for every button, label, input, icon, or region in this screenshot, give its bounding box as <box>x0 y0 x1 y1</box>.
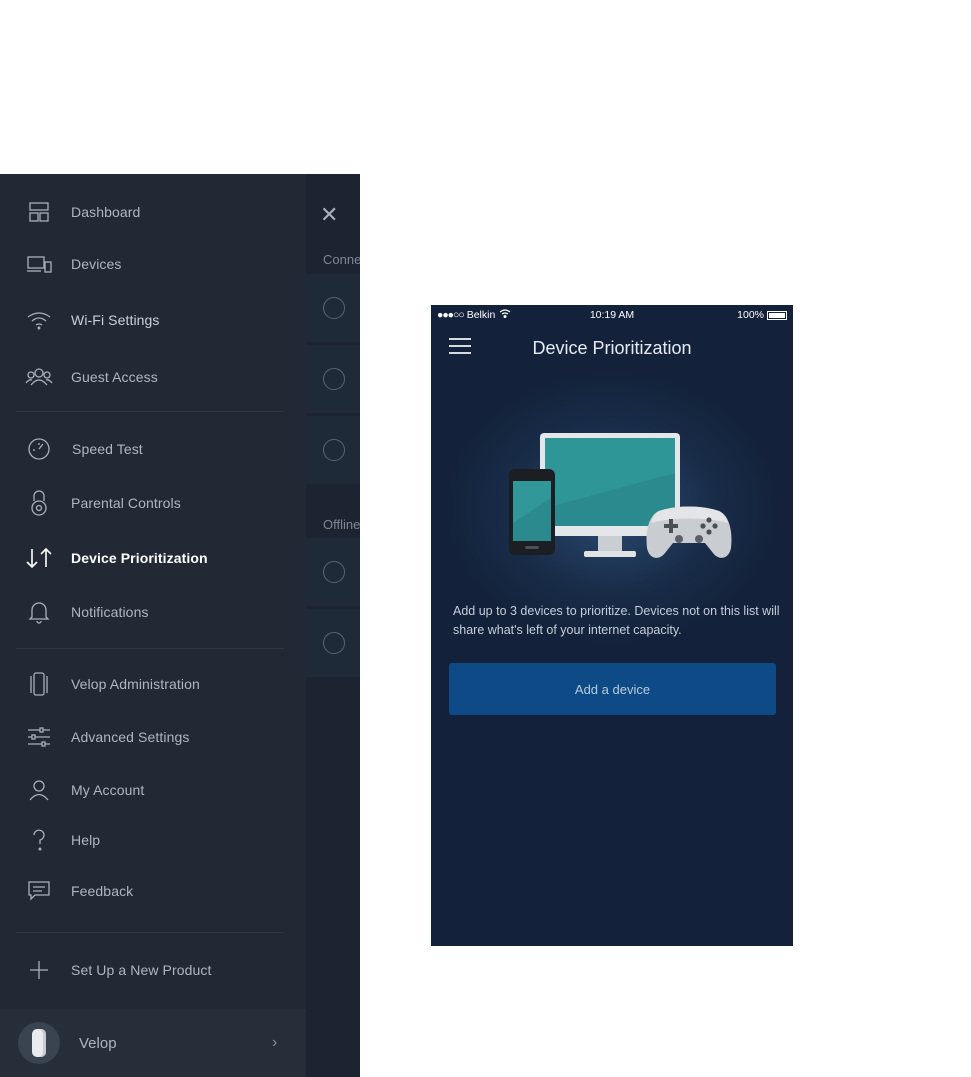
page-title: Device Prioritization <box>532 338 692 358</box>
menu-item-label: Feedback <box>71 883 134 899</box>
menu-item-advanced-settings[interactable]: Advanced Settings <box>0 717 306 757</box>
menu-item-label: Guest Access <box>71 369 158 385</box>
menu-item-parental-controls[interactable]: Parental Controls <box>0 483 306 523</box>
menu-item-velop-administration[interactable]: Velop Administration <box>0 664 306 704</box>
menu-item-label: Notifications <box>71 604 149 620</box>
devices-icon <box>24 249 54 279</box>
menu-item-label: Set Up a New Product <box>71 962 212 978</box>
menu-item-help[interactable]: Help <box>0 820 306 860</box>
feedback-icon <box>24 876 54 906</box>
menu-item-device-prioritization[interactable]: Device Prioritization <box>0 538 306 578</box>
description-text: Add up to 3 devices to prioritize. Devic… <box>453 604 780 637</box>
menu-item-label: Velop Administration <box>71 676 200 692</box>
menu-item-label: My Account <box>71 782 145 798</box>
menu-item-label: Help <box>71 832 101 848</box>
section-label-offline: Offline <box>323 517 360 532</box>
list-item[interactable] <box>306 538 360 606</box>
close-icon[interactable]: ✕ <box>320 204 338 226</box>
battery-icon <box>767 310 787 320</box>
velop-node-selector[interactable]: Velop › <box>0 1009 306 1077</box>
wifi-icon <box>24 305 54 335</box>
question-icon <box>24 825 54 855</box>
prioritization-arrows-icon <box>24 543 54 573</box>
menu-divider <box>16 411 284 412</box>
velop-administration-icon <box>24 669 54 699</box>
menu-divider <box>16 932 284 933</box>
device-illustration <box>447 373 777 643</box>
menu-item-set-up-new-product[interactable]: Set Up a New Product <box>0 950 306 990</box>
add-device-button[interactable]: Add a device <box>449 663 776 715</box>
guest-access-icon <box>24 362 54 392</box>
menu-item-devices[interactable]: Devices <box>0 244 306 284</box>
device-circle-icon <box>323 632 345 654</box>
list-item[interactable] <box>306 609 360 677</box>
menu-item-feedback[interactable]: Feedback <box>0 871 306 911</box>
section-label-connected: Conne <box>323 252 360 267</box>
device-circle-icon <box>323 297 345 319</box>
menu-item-label: Device Prioritization <box>71 550 208 566</box>
menu-item-label: Dashboard <box>71 204 141 220</box>
navigation-menu: Dashboard Devices Wi-Fi Settings Guest A… <box>0 174 306 1077</box>
device-prioritization-screen: ●●●○○ Belkin 10:19 AM 100% Device Priori… <box>431 305 793 946</box>
navigation-drawer-screenshot: Dashboard Devices Wi-Fi Settings Guest A… <box>0 174 360 1077</box>
menu-item-label: Advanced Settings <box>71 729 190 745</box>
status-bar: ●●●○○ Belkin 10:19 AM 100% <box>431 305 793 325</box>
menu-item-dashboard[interactable]: Dashboard <box>0 192 306 232</box>
menu-divider <box>16 648 284 649</box>
velop-node-icon <box>18 1022 60 1064</box>
plus-icon <box>24 955 54 985</box>
menu-item-label: Wi-Fi Settings <box>71 312 160 328</box>
velop-label: Velop <box>79 1034 117 1052</box>
list-item[interactable] <box>306 345 360 413</box>
menu-item-label: Parental Controls <box>71 495 181 511</box>
dashboard-icon <box>24 197 54 227</box>
list-item[interactable] <box>306 416 360 484</box>
lock-icon <box>24 488 54 518</box>
chevron-right-icon: › <box>272 1034 278 1051</box>
bell-icon <box>24 597 54 627</box>
device-circle-icon <box>323 561 345 583</box>
battery-percent: 100% <box>737 309 764 321</box>
device-circle-icon <box>323 368 345 390</box>
devices-illustration-icon <box>509 433 732 558</box>
list-item[interactable] <box>306 274 360 342</box>
device-circle-icon <box>323 439 345 461</box>
menu-item-my-account[interactable]: My Account <box>0 770 306 810</box>
status-battery: 100% <box>737 309 787 321</box>
menu-item-guest-access[interactable]: Guest Access <box>0 357 306 397</box>
background-device-list: ✕ Conne Offline <box>306 174 360 1077</box>
menu-item-label: Devices <box>71 256 122 272</box>
menu-item-notifications[interactable]: Notifications <box>0 592 306 632</box>
menu-item-wifi-settings[interactable]: Wi-Fi Settings <box>0 300 306 340</box>
sliders-icon <box>24 722 54 752</box>
speedometer-icon <box>24 434 54 464</box>
person-icon <box>24 775 54 805</box>
menu-item-label: Speed Test <box>72 441 143 457</box>
menu-item-speed-test[interactable]: Speed Test <box>0 429 306 469</box>
